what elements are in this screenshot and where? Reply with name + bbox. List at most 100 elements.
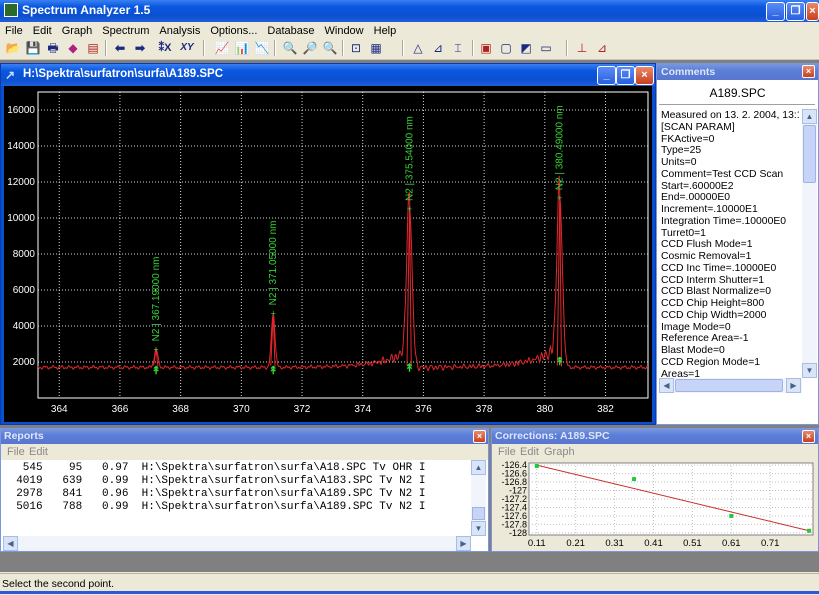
save-icon[interactable]: 💾 bbox=[23, 38, 43, 58]
arrow-left-icon[interactable]: ⬅ bbox=[110, 38, 130, 58]
report-icon[interactable]: ▤ bbox=[83, 38, 103, 58]
comment-line: CCD Blast Normalize=0 bbox=[661, 286, 771, 298]
baseline-marker: ↟ bbox=[269, 365, 278, 377]
corrections-window: Corrections: A189.SPC × File Edit Graph … bbox=[491, 428, 819, 552]
reports-hscroll[interactable] bbox=[3, 536, 471, 551]
app-title: Spectrum Analyzer 1.5 bbox=[22, 3, 151, 17]
comment-line: Increment=.10000E1 bbox=[661, 204, 758, 215]
corrections-menu-graph[interactable]: Graph bbox=[544, 446, 575, 458]
reports-close-icon[interactable]: × bbox=[473, 430, 486, 443]
toolbar-separator bbox=[274, 40, 276, 56]
reports-list[interactable]: 545 95 0.97 H:\Spektra\surfatron\surfa\A… bbox=[3, 462, 469, 532]
comment-line: FKActive=0 bbox=[661, 133, 715, 145]
corrections-close-icon[interactable]: × bbox=[802, 430, 815, 443]
x-tick-label: 380 bbox=[536, 404, 553, 415]
cross-x-icon[interactable]: ⁑X bbox=[155, 38, 175, 58]
eraser-icon[interactable]: ◆ bbox=[63, 38, 83, 58]
comments-vscroll-thumb[interactable] bbox=[803, 125, 816, 183]
comments-scroll-left-button[interactable]: ◀ bbox=[659, 378, 674, 393]
reports-scroll-right-button[interactable]: ▶ bbox=[456, 536, 471, 551]
chart-zoom-icon[interactable]: 📈 bbox=[212, 38, 232, 58]
report-row[interactable]: 2978 841 0.96 H:\Spektra\surfatron\surfa… bbox=[3, 488, 469, 501]
corrections-menu-bar: File Edit Graph bbox=[492, 444, 818, 460]
peak-mark-icon[interactable]: △ bbox=[408, 38, 428, 58]
reports-menu-edit[interactable]: Edit bbox=[29, 446, 48, 458]
comment-line: CCD Inc Time=.10000E0 bbox=[661, 262, 777, 274]
app-title-bar[interactable]: Spectrum Analyzer 1.5 _ ❐ × bbox=[0, 0, 819, 22]
y-tick-label: 10000 bbox=[7, 213, 35, 224]
comment-line: End=.00000E0 bbox=[661, 192, 731, 204]
print-icon[interactable]: 🖶 bbox=[43, 38, 63, 58]
reports-menu-bar: File Edit bbox=[1, 444, 488, 460]
comment-line: Areas=1 bbox=[661, 368, 700, 379]
comments-scroll-down-button[interactable]: ▼ bbox=[802, 363, 817, 378]
reports-scroll-left-button[interactable]: ◀ bbox=[3, 536, 18, 551]
maximize-button[interactable]: ❐ bbox=[786, 2, 805, 21]
corrections-menu-edit[interactable]: Edit bbox=[520, 446, 539, 458]
corrections-title-bar[interactable]: Corrections: A189.SPC × bbox=[492, 429, 818, 444]
comments-scroll-right-button[interactable]: ▶ bbox=[786, 378, 801, 393]
axes-icon[interactable]: ⊡ bbox=[346, 38, 366, 58]
comment-line: Type=25 bbox=[661, 145, 702, 157]
zoom-reset-icon[interactable]: 🔍 bbox=[320, 38, 340, 58]
reports-title-bar[interactable]: Reports × bbox=[1, 429, 488, 444]
spectrum-series-line bbox=[37, 175, 649, 372]
grid-icon[interactable]: ▦ bbox=[366, 38, 386, 58]
comments-hscroll-thumb[interactable] bbox=[675, 379, 783, 392]
table-red-icon[interactable]: ▣ bbox=[476, 38, 496, 58]
open-folder-icon[interactable]: 📂 bbox=[3, 38, 23, 58]
comments-text[interactable]: Measured on 13. 2. 2004, 13:13. [SCAN PAR… bbox=[661, 110, 799, 378]
reports-window: Reports × File Edit 545 95 0.97 H:\Spekt… bbox=[0, 428, 489, 552]
comments-scroll-up-button[interactable]: ▲ bbox=[802, 109, 817, 124]
corrections-chart[interactable]: 0.11 0.21 0.31 0.41 0.51 0.61 0.71-126.4-126.6… bbox=[493, 460, 817, 551]
reports-scroll-up-button[interactable]: ▲ bbox=[471, 460, 486, 475]
reports-scroll-down-button[interactable]: ▼ bbox=[471, 521, 486, 536]
close-button[interactable]: × bbox=[806, 2, 819, 21]
status-text: Select the second point. bbox=[2, 578, 115, 590]
reports-menu-file[interactable]: File bbox=[7, 446, 25, 458]
corrections-x-tick-label: 0.21 bbox=[566, 538, 585, 549]
peak-label: N2 | 367.19000 nm bbox=[151, 257, 162, 342]
peak-apex-marker: + bbox=[153, 344, 158, 354]
comments-close-icon[interactable]: × bbox=[802, 65, 815, 78]
app-icon bbox=[4, 3, 18, 17]
calibrate-icon[interactable]: ⊥ bbox=[572, 38, 592, 58]
minimize-button[interactable]: _ bbox=[766, 2, 785, 21]
corrections-menu-file[interactable]: File bbox=[498, 446, 516, 458]
peak-list-icon[interactable]: ⊿ bbox=[428, 38, 448, 58]
y-tick-label: 8000 bbox=[13, 249, 36, 260]
report-row[interactable]: 4019 639 0.99 H:\Spektra\surfatron\surfa… bbox=[3, 475, 469, 488]
x-tick-label: 376 bbox=[415, 404, 432, 415]
reports-title: Reports bbox=[4, 430, 44, 442]
spectrum-minimize-button[interactable]: _ bbox=[597, 66, 616, 85]
table-text-icon[interactable]: ▭ bbox=[536, 38, 556, 58]
arrow-right-icon[interactable]: ➡ bbox=[130, 38, 150, 58]
spectrum-window: ↗ H:\Spektra\surfatron\surfa\A189.SPC _ … bbox=[0, 63, 656, 425]
peak-range-icon[interactable]: ⌶ bbox=[448, 38, 468, 58]
table-fit-icon[interactable]: ▢ bbox=[496, 38, 516, 58]
xy-icon[interactable]: XY bbox=[177, 38, 197, 58]
spectrum-close-button[interactable]: × bbox=[635, 66, 654, 85]
zoom-out-icon[interactable]: 🔎 bbox=[300, 38, 320, 58]
chart-peaks-icon[interactable]: 📊 bbox=[232, 38, 252, 58]
report-row[interactable]: 5016 788 0.99 H:\Spektra\surfatron\surfa… bbox=[3, 501, 469, 514]
spectrum-plot-area[interactable]: 364 366 368 370 372 374 376 378 380 382 2000 4000 60… bbox=[4, 86, 652, 422]
corrections-point bbox=[534, 463, 539, 468]
comment-line: [SCAN PARAM] bbox=[661, 121, 735, 133]
table-slope-icon[interactable]: ◩ bbox=[516, 38, 536, 58]
y-tick-label: 6000 bbox=[13, 285, 36, 296]
spectrum-chart[interactable]: 364 366 368 370 372 374 376 378 380 382 2000 4000 60… bbox=[4, 86, 652, 422]
x-tick-label: 372 bbox=[294, 404, 311, 415]
comment-line: Measured on 13. 2. 2004, 13:13. bbox=[661, 110, 799, 121]
toolbar-separator bbox=[203, 40, 205, 56]
comments-title: Comments bbox=[661, 66, 716, 78]
spectrum-restore-button[interactable]: ❐ bbox=[616, 66, 635, 85]
comments-title-bar[interactable]: Comments × bbox=[657, 64, 818, 80]
calibrate-slope-icon[interactable]: ⊿ bbox=[592, 38, 612, 58]
corrections-point bbox=[632, 477, 637, 482]
chart-bars-icon[interactable]: 📉 bbox=[252, 38, 272, 58]
report-row[interactable]: 545 95 0.97 H:\Spektra\surfatron\surfa\A… bbox=[3, 462, 469, 475]
spectrum-title-bar[interactable]: ↗ H:\Spektra\surfatron\surfa\A189.SPC _ … bbox=[1, 64, 655, 86]
zoom-in-icon[interactable]: 🔍 bbox=[280, 38, 300, 58]
reports-vscroll-thumb[interactable] bbox=[472, 507, 485, 520]
